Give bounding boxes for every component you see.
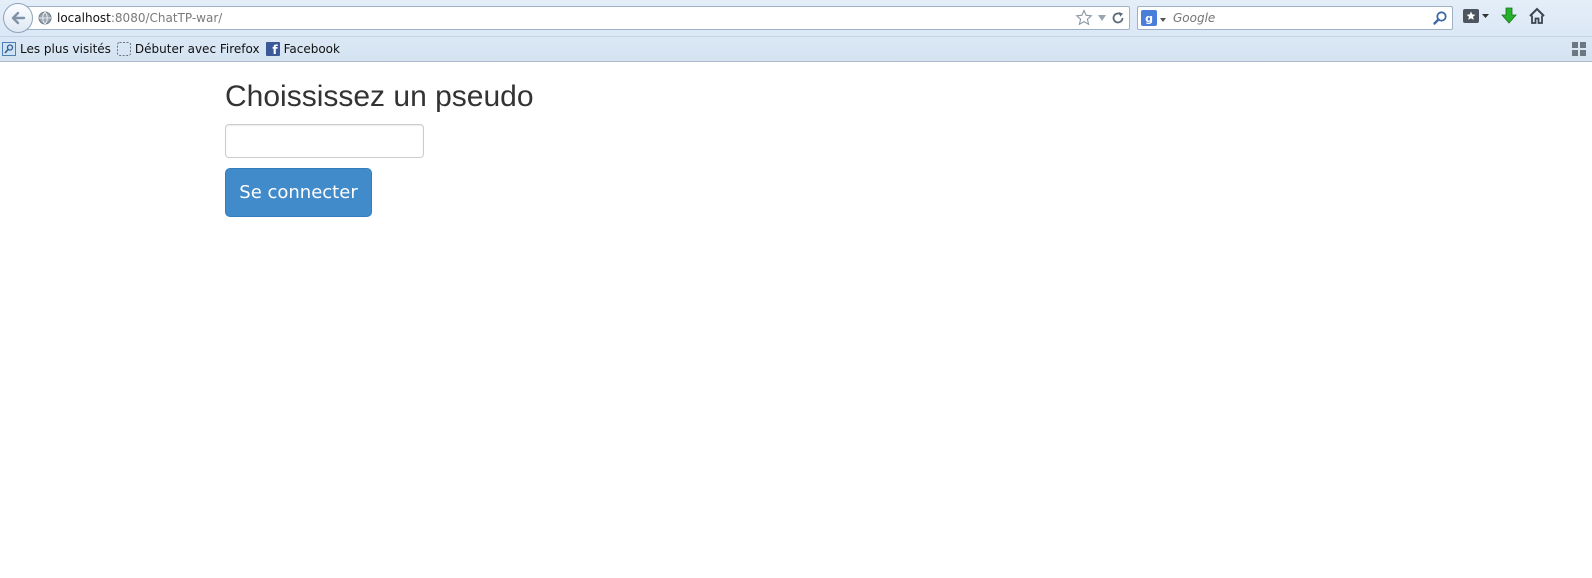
- google-icon: g: [1141, 10, 1157, 26]
- facebook-icon: f: [265, 42, 280, 56]
- home-icon: [1528, 7, 1546, 29]
- toolbar-right: [1462, 7, 1546, 29]
- pseudo-input[interactable]: [225, 124, 424, 158]
- globe-icon: [37, 10, 53, 26]
- bookmark-label: Débuter avec Firefox: [134, 42, 260, 56]
- most-visited-icon: [2, 42, 16, 56]
- download-arrow-icon: [1500, 7, 1518, 29]
- bookmark-most-visited[interactable]: Les plus visités: [2, 42, 111, 56]
- search-input[interactable]: [1173, 11, 1423, 25]
- bookmark-star-icon[interactable]: [1075, 9, 1093, 27]
- url-actions: [1075, 9, 1125, 27]
- url-path: :8080/ChatTP-war/: [110, 11, 223, 25]
- reload-icon[interactable]: [1111, 11, 1125, 25]
- chevron-down-icon: [1159, 9, 1167, 28]
- home-button[interactable]: [1528, 7, 1546, 29]
- bookmark-label: Facebook: [283, 42, 340, 56]
- url-text[interactable]: localhost:8080/ChatTP-war/: [57, 11, 222, 25]
- connect-button[interactable]: Se connecter: [225, 168, 372, 217]
- bookmarks-icon: [1462, 8, 1490, 28]
- url-bar[interactable]: localhost:8080/ChatTP-war/: [22, 6, 1130, 30]
- page-content: Choississez un pseudo Se connecter: [0, 62, 1592, 578]
- bookmark-label: Les plus visités: [20, 42, 111, 56]
- back-arrow-icon: [9, 9, 27, 27]
- back-button[interactable]: [3, 3, 33, 33]
- blank-page-icon: [116, 42, 131, 56]
- search-engine-selector[interactable]: g: [1141, 9, 1167, 28]
- url-host: localhost: [57, 11, 111, 25]
- search-bar: g: [1137, 6, 1453, 30]
- magnifier-icon[interactable]: [1432, 10, 1448, 30]
- navigation-bar: localhost:8080/ChatTP-war/ g Google: [0, 0, 1592, 36]
- browser-chrome: localhost:8080/ChatTP-war/ g Google Les …: [0, 0, 1592, 62]
- history-dropdown-icon[interactable]: [1096, 12, 1108, 24]
- page-title: Choississez un pseudo: [225, 80, 534, 113]
- bookmarks-toolbar: Les plus visités Débuter avec Firefox f …: [0, 36, 1592, 61]
- bookmark-facebook[interactable]: f Facebook: [265, 42, 340, 56]
- downloads-button[interactable]: [1500, 7, 1518, 29]
- bookmark-getting-started[interactable]: Débuter avec Firefox: [116, 42, 260, 56]
- bookmarks-menu-button[interactable]: [1462, 7, 1490, 29]
- bookmarks-grid-icon[interactable]: [1572, 41, 1586, 60]
